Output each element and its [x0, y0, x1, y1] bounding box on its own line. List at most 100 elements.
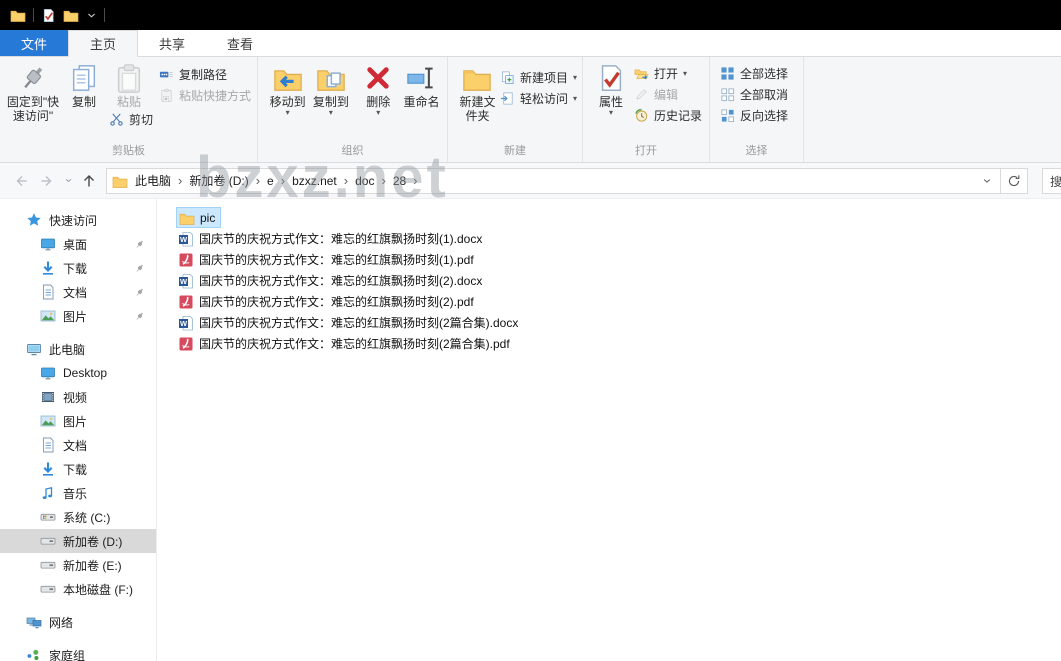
- refresh-icon[interactable]: [1001, 169, 1027, 193]
- pin-icon: [133, 238, 146, 251]
- up-button[interactable]: [76, 168, 102, 194]
- file-name: pic: [200, 211, 215, 225]
- sidebar-item-documents-qa[interactable]: 文档: [0, 280, 156, 304]
- breadcrumb-item[interactable]: 28: [386, 169, 413, 193]
- new-item-icon: [500, 70, 515, 85]
- search-input[interactable]: 搜: [1042, 168, 1061, 194]
- recent-locations-chevron-icon[interactable]: [60, 168, 76, 194]
- file-row[interactable]: W国庆节的庆祝方式作文：难忘的红旗飘扬时刻(2).docx: [176, 270, 487, 291]
- properties-icon[interactable]: [41, 8, 56, 23]
- scissors-icon: [109, 112, 124, 127]
- file-row[interactable]: W国庆节的庆祝方式作文：难忘的红旗飘扬时刻(2篇合集).docx: [176, 312, 523, 333]
- sidebar-item-label: 图片: [63, 413, 87, 430]
- select-all-button[interactable]: 全部选择: [717, 63, 791, 84]
- sidebar-item-music[interactable]: 音乐: [0, 481, 156, 505]
- pin-icon: [18, 63, 48, 93]
- word-file-icon: W: [178, 273, 194, 289]
- paste-shortcut-icon: [159, 88, 174, 103]
- select-none-icon: [720, 87, 735, 102]
- move-to-button[interactable]: 移动到 ▾: [266, 61, 309, 116]
- folder-icon: [112, 173, 128, 189]
- content-pane[interactable]: pic W国庆节的庆祝方式作文：难忘的红旗飘扬时刻(1).docx 国庆节的庆祝方式…: [157, 199, 1061, 661]
- document-icon: [40, 284, 56, 300]
- copy-button[interactable]: 复制: [62, 61, 106, 109]
- sidebar-item-label: 下载: [63, 461, 87, 478]
- move-to-icon: [273, 63, 303, 93]
- breadcrumb-item[interactable]: bzxz.net: [285, 169, 344, 193]
- sidebar-item-pictures-qa[interactable]: 图片: [0, 304, 156, 328]
- dropdown-caret-icon: ▾: [573, 95, 577, 102]
- sidebar-item-homegroup[interactable]: 家庭组: [0, 643, 156, 661]
- invert-selection-button[interactable]: 反向选择: [717, 105, 791, 126]
- tab-share[interactable]: 共享: [138, 30, 206, 56]
- tab-home[interactable]: 主页: [68, 30, 138, 57]
- dropdown-caret-icon: ▾: [286, 109, 290, 116]
- new-folder-button[interactable]: 新建文件夹: [458, 61, 497, 123]
- file-name: 国庆节的庆祝方式作文：难忘的红旗飘扬时刻(1).pdf: [199, 251, 474, 268]
- breadcrumb-item[interactable]: 此电脑: [128, 169, 178, 193]
- address-bar[interactable]: 此电脑›新加卷 (D:)›e›bzxz.net›doc›28›: [106, 168, 1028, 194]
- copy-to-button[interactable]: 复制到 ▾: [309, 61, 352, 116]
- rename-button[interactable]: 重命名: [398, 61, 445, 109]
- file-row[interactable]: 国庆节的庆祝方式作文：难忘的红旗飘扬时刻(2篇合集).pdf: [176, 333, 515, 354]
- file-name: 国庆节的庆祝方式作文：难忘的红旗飘扬时刻(2).pdf: [199, 293, 474, 310]
- sidebar-item-downloads[interactable]: 下载: [0, 457, 156, 481]
- tab-view[interactable]: 查看: [206, 30, 274, 56]
- sidebar-item-drive-c[interactable]: 系统 (C:): [0, 505, 156, 529]
- cut-button[interactable]: 剪切: [106, 109, 156, 130]
- pin-icon: [133, 286, 146, 299]
- sidebar-item-label: 视频: [63, 389, 87, 406]
- sidebar-item-documents[interactable]: 文档: [0, 433, 156, 457]
- breadcrumb-item[interactable]: e: [260, 169, 281, 193]
- organize-group-label: 组织: [258, 144, 447, 162]
- sidebar-item-desktop-qa[interactable]: 桌面: [0, 232, 156, 256]
- copy-label: 复制: [72, 95, 96, 109]
- breadcrumb-chevron-icon[interactable]: ›: [413, 169, 417, 193]
- sidebar-item-label: 系统 (C:): [63, 509, 110, 526]
- paste-button: 粘贴: [106, 61, 152, 109]
- ribbon-group-new: 新建文件夹 新建项目 ▾ 轻松访问 ▾ 新建: [448, 57, 583, 162]
- address-dropdown-chevron-icon[interactable]: [974, 169, 1000, 193]
- dropdown-caret-icon: ▾: [376, 109, 380, 116]
- sidebar-item-label: 文档: [63, 284, 87, 301]
- breadcrumb-item[interactable]: 新加卷 (D:): [182, 169, 255, 193]
- easy-access-button[interactable]: 轻松访问 ▾: [497, 88, 580, 109]
- file-row[interactable]: 国庆节的庆祝方式作文：难忘的红旗飘扬时刻(1).pdf: [176, 249, 479, 270]
- sidebar-item-quick-access[interactable]: 快速访问: [0, 208, 156, 232]
- folder-icon[interactable]: [10, 7, 26, 23]
- download-icon: [40, 461, 56, 477]
- file-row[interactable]: W国庆节的庆祝方式作文：难忘的红旗飘扬时刻(1).docx: [176, 228, 487, 249]
- sidebar-item-label: 桌面: [63, 236, 87, 253]
- svg-text:W: W: [180, 277, 188, 286]
- select-none-button[interactable]: 全部取消: [717, 84, 791, 105]
- file-row[interactable]: 国庆节的庆祝方式作文：难忘的红旗飘扬时刻(2).pdf: [176, 291, 479, 312]
- tab-file[interactable]: 文件: [0, 30, 68, 56]
- copy-path-button[interactable]: 复制路径: [156, 64, 254, 85]
- sidebar-item-downloads-qa[interactable]: 下载: [0, 256, 156, 280]
- sidebar-item-drive-f[interactable]: 本地磁盘 (F:): [0, 577, 156, 601]
- breadcrumb-item[interactable]: doc: [348, 169, 381, 193]
- pdf-file-icon: [178, 294, 194, 310]
- sidebar-item-desktop[interactable]: Desktop: [0, 361, 156, 385]
- copy-icon: [69, 63, 99, 93]
- sidebar-item-drive-e[interactable]: 新加卷 (E:): [0, 553, 156, 577]
- properties-button[interactable]: 属性 ▾: [591, 61, 631, 116]
- sidebar-item-videos[interactable]: 视频: [0, 385, 156, 409]
- sidebar-item-drive-d[interactable]: 新加卷 (D:): [0, 529, 156, 553]
- properties-icon: [596, 63, 626, 93]
- sidebar-item-pictures[interactable]: 图片: [0, 409, 156, 433]
- sidebar-item-network[interactable]: 网络: [0, 610, 156, 634]
- chevron-down-icon[interactable]: [86, 10, 97, 21]
- folder-icon[interactable]: [63, 7, 79, 23]
- new-item-button[interactable]: 新建项目 ▾: [497, 67, 580, 88]
- history-button[interactable]: 历史记录: [631, 105, 705, 126]
- file-row[interactable]: pic: [176, 207, 221, 228]
- open-button[interactable]: 打开 ▾: [631, 63, 705, 84]
- pin-to-quick-access-button[interactable]: 固定到"快速访问": [4, 61, 62, 123]
- breadcrumb: 此电脑›新加卷 (D:)›e›bzxz.net›doc›28›: [128, 169, 418, 193]
- pin-icon: [133, 262, 146, 275]
- delete-button[interactable]: 删除 ▾: [359, 61, 398, 116]
- sidebar-item-this-pc[interactable]: 此电脑: [0, 337, 156, 361]
- sidebar-item-label: 音乐: [63, 485, 87, 502]
- pdf-file-icon: [178, 252, 194, 268]
